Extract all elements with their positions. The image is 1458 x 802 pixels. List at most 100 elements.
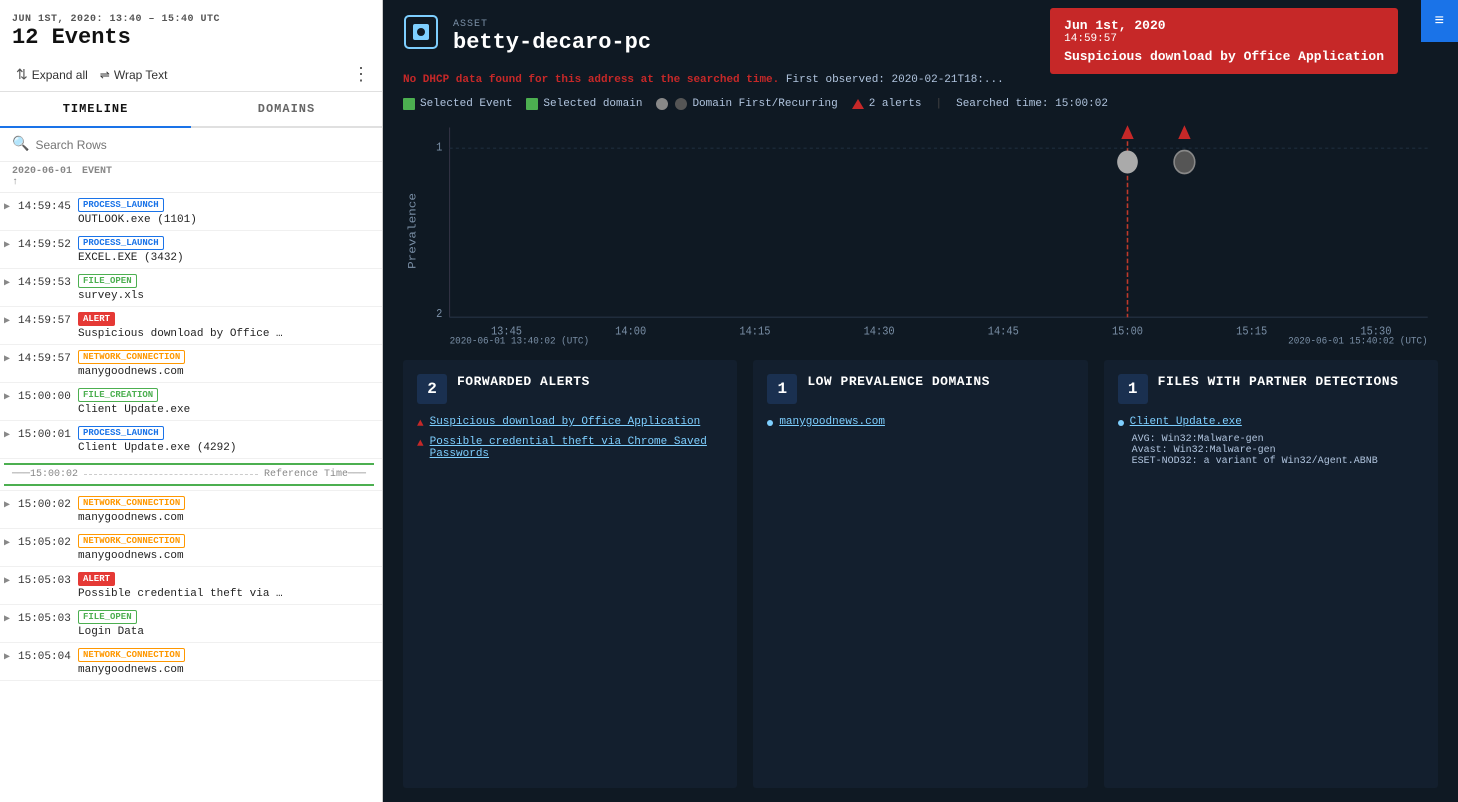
col-event-header: EVENT: [82, 166, 370, 188]
row-chevron: ▶: [4, 647, 18, 663]
event-details: ALERT Suspicious download by Office …: [78, 311, 374, 340]
event-row[interactable]: ▶ 15:05:02 NETWORK_CONNECTION manygoodne…: [0, 529, 382, 567]
legend-separator: |: [936, 98, 943, 110]
event-row[interactable]: ▶ 14:59:57 ALERT Suspicious download by …: [0, 307, 382, 345]
card-item-alert: ▲ Possible credential theft via Chrome S…: [417, 436, 723, 460]
event-details: NETWORK_CONNECTION manygoodnews.com: [78, 533, 374, 562]
col-time-header: 2020-06-01 ↑: [12, 166, 82, 188]
row-chevron: ▶: [4, 495, 18, 511]
tabs: TIMELINE DOMAINS: [0, 92, 382, 128]
card-item-file: Client Update.exe AVG: Win32:Malware-gen…: [1118, 416, 1424, 467]
event-badge: NETWORK_CONNECTION: [78, 350, 185, 364]
svg-text:14:15: 14:15: [739, 326, 770, 339]
event-row[interactable]: ▶ 15:00:02 NETWORK_CONNECTION manygoodne…: [0, 491, 382, 529]
event-time: 15:05:03: [18, 571, 78, 587]
column-headers: 2020-06-01 ↑ EVENT: [0, 162, 382, 193]
event-details: FILE_OPEN survey.xls: [78, 273, 374, 302]
tooltip-text: Suspicious download by Office Applicatio…: [1064, 49, 1384, 64]
event-details: NETWORK_CONNECTION manygoodnews.com: [78, 349, 374, 378]
card-sub-text: AVG: Win32:Malware-gen Avast: Win32:Malw…: [1118, 434, 1424, 467]
svg-text:2020-06-01 13:40:02 (UTC): 2020-06-01 13:40:02 (UTC): [450, 335, 589, 346]
right-panel: ASSET betty-decaro-pc Jun 1st, 2020 14:5…: [383, 0, 1458, 802]
card-header: 1 LOW PREVALENCE DOMAINS: [767, 374, 1073, 404]
legend-bar: Selected Event Selected domain Domain Fi…: [383, 92, 1458, 116]
card-item-text: Possible credential theft via Chrome Sav…: [430, 436, 724, 460]
file-dot-icon: [1118, 420, 1124, 426]
event-badge: FILE_OPEN: [78, 610, 137, 624]
chart-svg: Prevalence 1 2 13:45 14:00 14:15 14:30 1…: [403, 116, 1438, 346]
event-details: FILE_CREATION Client Update.exe: [78, 387, 374, 416]
asset-header: ASSET betty-decaro-pc Jun 1st, 2020 14:5…: [383, 0, 1458, 68]
summary-card: 1 LOW PREVALENCE DOMAINS manygoodnews.co…: [753, 360, 1087, 788]
card-title: FORWARDED ALERTS: [457, 374, 590, 391]
search-icon: 🔍: [12, 136, 29, 153]
event-time: 15:00:00: [18, 387, 78, 403]
card-header: 1 FILES WITH PARTNER DETECTIONS: [1118, 374, 1424, 404]
svg-text:14:30: 14:30: [864, 326, 895, 339]
row-chevron: ▶: [4, 235, 18, 251]
event-details: FILE_OPEN Login Data: [78, 609, 374, 638]
legend-domain-first: Domain First/Recurring: [656, 98, 837, 110]
event-badge: FILE_OPEN: [78, 274, 137, 288]
row-chevron: ▶: [4, 311, 18, 327]
toolbar: ⇅ Expand all ⇌ Wrap Text ⋮: [0, 58, 382, 92]
expand-label: Expand all: [32, 68, 88, 82]
event-details: NETWORK_CONNECTION manygoodnews.com: [78, 495, 374, 524]
summary-card: 2 FORWARDED ALERTS ▲ Suspicious download…: [403, 360, 737, 788]
svg-text:15:15: 15:15: [1236, 326, 1267, 339]
tab-domains[interactable]: DOMAINS: [191, 92, 382, 126]
date-range: JUN 1ST, 2020: 13:40 – 15:40 UTC: [12, 14, 370, 25]
expand-icon: ⇅: [16, 66, 28, 83]
card-header: 2 FORWARDED ALERTS: [417, 374, 723, 404]
search-input[interactable]: [35, 138, 370, 152]
event-badge: PROCESS_LAUNCH: [78, 198, 164, 212]
tab-timeline[interactable]: TIMELINE: [0, 92, 191, 128]
asset-label: ASSET: [453, 19, 651, 30]
tooltip-time: 14:59:57: [1064, 33, 1384, 45]
domain-dot-icon: [767, 420, 773, 426]
event-details: NETWORK_CONNECTION manygoodnews.com: [78, 647, 374, 676]
event-badge: PROCESS_LAUNCH: [78, 236, 164, 250]
searched-time-label: Searched time: 15:00:02: [956, 98, 1108, 110]
event-name: Client Update.exe: [78, 404, 374, 416]
event-row[interactable]: ─── 15:00:02 Reference Time ───: [0, 459, 382, 491]
event-row[interactable]: ▶ 15:05:03 ALERT Possible credential the…: [0, 567, 382, 605]
event-badge: NETWORK_CONNECTION: [78, 496, 185, 510]
alerts-label: 2 alerts: [869, 98, 922, 110]
event-name: Login Data: [78, 626, 374, 638]
event-name: OUTLOOK.exe (1101): [78, 214, 374, 226]
wrap-text-button[interactable]: ⇌ Wrap Text: [100, 68, 168, 82]
cards-row: 2 FORWARDED ALERTS ▲ Suspicious download…: [383, 346, 1458, 802]
svg-text:Prevalence: Prevalence: [406, 193, 419, 269]
event-row[interactable]: ▶ 14:59:57 NETWORK_CONNECTION manygoodne…: [0, 345, 382, 383]
svg-text:14:45: 14:45: [988, 326, 1019, 339]
wrap-label: Wrap Text: [114, 68, 168, 82]
event-name: Possible credential theft via …: [78, 588, 374, 600]
event-row[interactable]: ▶ 14:59:52 PROCESS_LAUNCH EXCEL.EXE (343…: [0, 231, 382, 269]
event-row[interactable]: ▶ 15:05:03 FILE_OPEN Login Data: [0, 605, 382, 643]
event-count: 12 Events: [12, 25, 370, 50]
more-options-button[interactable]: ⋮: [352, 64, 370, 85]
event-row[interactable]: ▶ 15:00:00 FILE_CREATION Client Update.e…: [0, 383, 382, 421]
event-name: manygoodnews.com: [78, 550, 374, 562]
row-chevron: ▶: [4, 609, 18, 625]
search-row: 🔍: [0, 128, 382, 162]
row-chevron: ▶: [4, 273, 18, 289]
filter-button[interactable]: ≡: [1421, 0, 1458, 42]
event-badge: NETWORK_CONNECTION: [78, 534, 185, 548]
event-time: 14:59:53: [18, 273, 78, 289]
event-name: Client Update.exe (4292): [78, 442, 374, 454]
event-details: PROCESS_LAUNCH EXCEL.EXE (3432): [78, 235, 374, 264]
event-row[interactable]: ▶ 15:00:01 PROCESS_LAUNCH Client Update.…: [0, 421, 382, 459]
event-row[interactable]: ▶ 14:59:45 PROCESS_LAUNCH OUTLOOK.exe (1…: [0, 193, 382, 231]
card-number: 2: [417, 374, 447, 404]
event-row[interactable]: ▶ 15:05:04 NETWORK_CONNECTION manygoodne…: [0, 643, 382, 681]
tooltip-date: Jun 1st, 2020: [1064, 18, 1384, 33]
expand-all-button[interactable]: ⇅ Expand all: [12, 64, 92, 85]
event-time: 15:05:04: [18, 647, 78, 663]
card-number: 1: [1118, 374, 1148, 404]
selected-domain-icon: [526, 98, 538, 110]
event-badge: ALERT: [78, 572, 115, 586]
row-chevron: ▶: [4, 387, 18, 403]
event-row[interactable]: ▶ 14:59:53 FILE_OPEN survey.xls: [0, 269, 382, 307]
